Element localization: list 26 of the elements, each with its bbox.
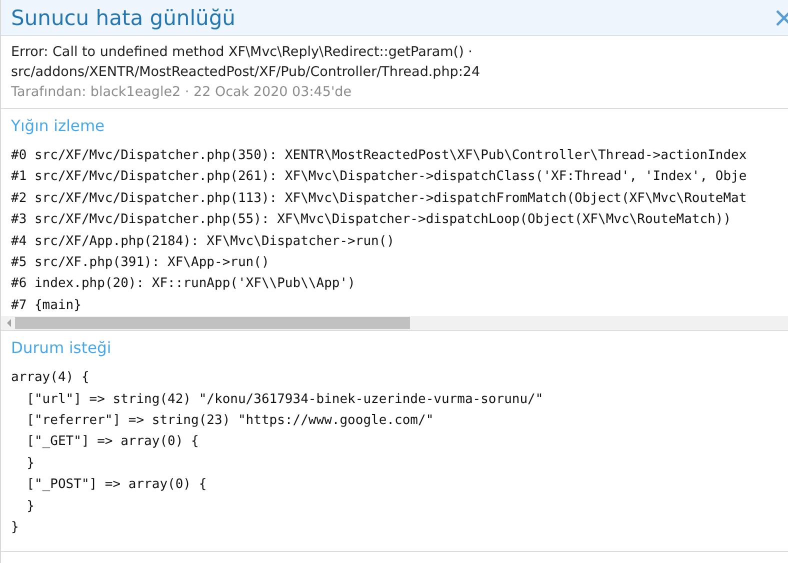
section-title: Yığın izleme xyxy=(10,116,106,137)
code-line: ["_POST"] => array(0) { xyxy=(26,476,208,494)
code-line: #7 {main} xyxy=(11,296,82,315)
code-line: ["url"] => string(42) "/konu/3617934-binek-uzerinde-vurma-sorunu/" xyxy=(26,390,544,409)
error-meta: Tarafından: black1eagle2 · 22 Ocak 2020 03:45'de xyxy=(11,83,353,102)
close-button[interactable] xyxy=(774,8,788,28)
code-line: } xyxy=(26,498,36,516)
code-line: #1 src/XF/Mvc/Dispatcher.php(261): XF\Mvc\Dispatcher->dispatchClass('XF:Thread', 'Index', Obje xyxy=(11,168,748,186)
code-line: #2 src/XF/Mvc/Dispatcher.php(113): XF\Mvc\Dispatcher->dispatchFromMatch(Object(XF\Mvc\RouteMat xyxy=(11,190,748,208)
scrollbar-thumb[interactable] xyxy=(15,317,410,330)
window-title: Sunucu hata günlüğü xyxy=(11,6,236,30)
code-line: array(4) { xyxy=(11,369,90,388)
code-line: } xyxy=(26,454,36,473)
scroll-left-icon xyxy=(5,319,13,328)
code-line: #3 src/XF/Mvc/Dispatcher.php(55): XF\Mvc\Dispatcher->dispatchLoop(Object(XF\Mvc\RouteMatch)) xyxy=(11,211,732,230)
section-title: Durum isteği xyxy=(10,338,112,360)
code-line: #4 src/XF/App.php(2184): XF\Mvc\Dispatcher->run() xyxy=(11,232,396,251)
horizontal-scrollbar[interactable] xyxy=(1,316,788,330)
code-line: ["_GET"] => array(0) { xyxy=(26,433,200,452)
close-icon xyxy=(774,8,788,28)
code-line: #0 src/XF/Mvc/Dispatcher.php(350): XENTR\MostReactedPost\XF\Pub\Controller\Thread->actionIndex xyxy=(11,147,748,165)
code-line: #6 index.php(20): XF::runApp('XF\\Pub\\App') xyxy=(11,275,356,294)
code-line: } xyxy=(11,519,20,538)
code-line: ["referrer"] => string(23) "https://www.google.com/" xyxy=(26,412,435,430)
error-message: Error: Call to undefined method XF\Mvc\Reply\Redirect::getParam() · src/addons/XENTR/MostReactedPost/XF/Pub/Controller/Thread.php:24 xyxy=(11,43,482,82)
code-line: #5 src/XF.php(391): XF\App->run() xyxy=(11,254,270,272)
